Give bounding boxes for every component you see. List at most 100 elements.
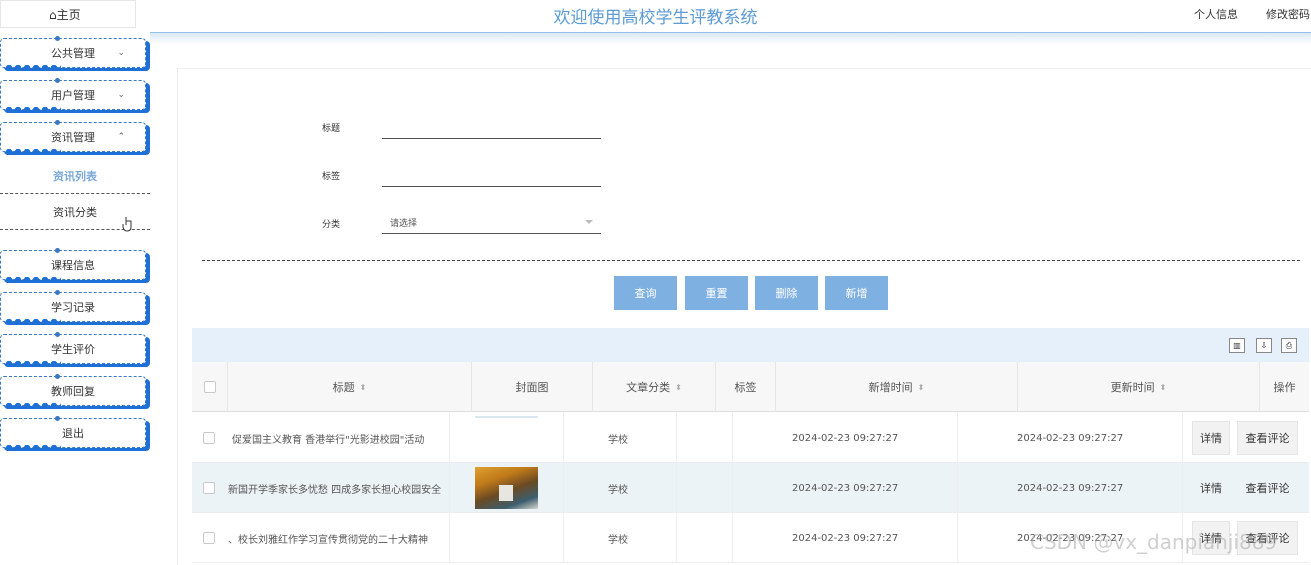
menu-label: 学习记录 [51, 301, 95, 314]
cover-image [475, 467, 538, 509]
column-updated[interactable]: 更新时间 ⬍ [1018, 362, 1260, 412]
menu-dot [55, 248, 60, 253]
cover-image [475, 416, 538, 418]
delete-button[interactable]: 删除 [755, 276, 818, 310]
column-label: 更新时间 [1110, 381, 1155, 394]
select-all-cell [192, 362, 228, 412]
menu-course-info[interactable]: 课程信息 [0, 248, 146, 283]
view-comments-button[interactable]: 查看评论 [1237, 421, 1298, 455]
export-icon[interactable]: ⇩ [1256, 338, 1272, 353]
category-placeholder: 请选择 [390, 219, 418, 229]
column-category[interactable]: 文章分类 ⬍ [593, 362, 716, 412]
row-cover-cell [450, 463, 564, 513]
row-category: 学校 [564, 463, 677, 513]
row-tag [677, 413, 733, 463]
row-created: 2024-02-23 09:27:27 [733, 413, 958, 463]
menu-wave-decoration [5, 319, 61, 325]
hand-cursor-icon [122, 217, 132, 232]
menu-news-management[interactable]: 资讯管理 ⌃ [0, 120, 146, 155]
menu-dot [55, 332, 60, 337]
row-title: 新国开学季家长多忧愁 四成多家长担心校园安全 [228, 463, 450, 513]
menu-public-management[interactable]: 公共管理 ⌄ [0, 36, 146, 71]
column-actions: 操作 [1260, 362, 1309, 412]
chevron-down-icon [585, 220, 593, 224]
select-all-checkbox[interactable] [203, 381, 216, 393]
column-title[interactable]: 标题 ⬍ [228, 362, 472, 412]
print-icon[interactable]: ⎙ [1281, 338, 1297, 353]
row-created: 2024-02-23 09:27:27 [733, 513, 958, 563]
menu-label: 课程信息 [51, 259, 95, 272]
submenu-news-list[interactable]: 资讯列表 [0, 158, 150, 194]
profile-link[interactable]: 个人信息 [1194, 6, 1238, 22]
sort-icon[interactable]: ⬍ [918, 383, 925, 392]
title-input[interactable] [382, 119, 601, 139]
detail-button[interactable]: 详情 [1192, 421, 1230, 455]
sort-icon[interactable]: ⬍ [675, 383, 682, 392]
menu-wave-decoration [5, 107, 61, 113]
row-tag [677, 513, 733, 563]
row-cover-cell [450, 413, 564, 463]
menu-teacher-reply[interactable]: 教师回复 [0, 374, 146, 409]
watermark: CSDN @vx_danpianji889 [1030, 530, 1278, 554]
column-label: 文章分类 [626, 381, 671, 394]
column-label: 新增时间 [868, 381, 913, 394]
menu-wave-decoration [5, 65, 61, 71]
chevron-up-icon: ⌃ [117, 132, 125, 142]
column-label: 操作 [1273, 381, 1296, 394]
table-toolbar: ▥ ⇩ ⎙ [192, 328, 1309, 362]
menu-dot [55, 120, 60, 125]
column-label: 标签 [734, 381, 757, 394]
row-updated: 2024-02-23 09:27:27 [958, 463, 1183, 513]
row-created: 2024-02-23 09:27:27 [733, 463, 958, 513]
table-header: 标题 ⬍ 封面图 文章分类 ⬍ 标签 新增时间 ⬍ 更新时间 ⬍ 操作 [192, 362, 1309, 412]
header-decoration [150, 32, 1311, 44]
row-updated: 2024-02-23 09:27:27 [958, 413, 1183, 463]
row-checkbox[interactable] [203, 482, 215, 494]
table-row: 新国开学季家长多忧愁 四成多家长担心校园安全 学校 2024-02-23 09:… [192, 463, 1309, 513]
menu-dot [55, 374, 60, 379]
reset-button[interactable]: 重置 [685, 276, 748, 310]
page-title: 欢迎使用高校学生评教系统 [553, 8, 758, 28]
menu-dot [55, 290, 60, 295]
column-tag: 标签 [716, 362, 776, 412]
title-label: 标题 [322, 124, 341, 134]
row-checkbox[interactable] [203, 532, 215, 544]
sort-icon[interactable]: ⬍ [360, 383, 367, 392]
add-button[interactable]: 新增 [825, 276, 888, 310]
menu-label: 学生评价 [51, 343, 95, 356]
change-password-link[interactable]: 修改密码 [1266, 6, 1310, 22]
menu-label: 教师回复 [51, 385, 95, 398]
tag-input[interactable] [382, 167, 601, 187]
row-cover-cell [450, 513, 564, 563]
column-cover: 封面图 [472, 362, 593, 412]
row-tag [677, 463, 733, 513]
row-title: 、校长刘雅红作学习宣传贯彻党的二十大精神 [228, 513, 450, 563]
menu-dot [55, 36, 60, 41]
submenu-label: 资讯分类 [53, 205, 97, 219]
menu-wave-decoration [5, 445, 61, 451]
menu-wave-decoration [5, 403, 61, 409]
row-checkbox[interactable] [203, 432, 215, 444]
menu-student-evaluation[interactable]: 学生评价 [0, 332, 146, 367]
menu-logout[interactable]: 退出 [0, 416, 146, 451]
column-label: 标题 [332, 381, 355, 394]
menu-study-records[interactable]: 学习记录 [0, 290, 146, 325]
column-created[interactable]: 新增时间 ⬍ [776, 362, 1018, 412]
menu-label: 公共管理 [51, 47, 95, 60]
top-header: ⌂主页 欢迎使用高校学生评教系统 个人信息 修改密码 [0, 0, 1311, 32]
columns-icon[interactable]: ▥ [1229, 338, 1245, 353]
category-label: 分类 [322, 220, 341, 230]
chevron-down-icon: ⌄ [117, 90, 125, 100]
submenu-label: 资讯列表 [53, 169, 97, 183]
menu-user-management[interactable]: 用户管理 ⌄ [0, 78, 146, 113]
category-select[interactable]: 请选择 [382, 212, 601, 234]
detail-button[interactable]: 详情 [1192, 471, 1230, 505]
sort-icon[interactable]: ⬍ [1160, 383, 1167, 392]
menu-wave-decoration [5, 149, 61, 155]
row-title: 促爱国主义教育 香港举行"光影进校园"活动 [228, 413, 450, 463]
menu-wave-decoration [5, 361, 61, 367]
chevron-down-icon: ⌄ [117, 48, 125, 58]
row-category: 学校 [564, 413, 677, 463]
view-comments-button[interactable]: 查看评论 [1237, 471, 1298, 505]
query-button[interactable]: 查询 [614, 276, 677, 310]
